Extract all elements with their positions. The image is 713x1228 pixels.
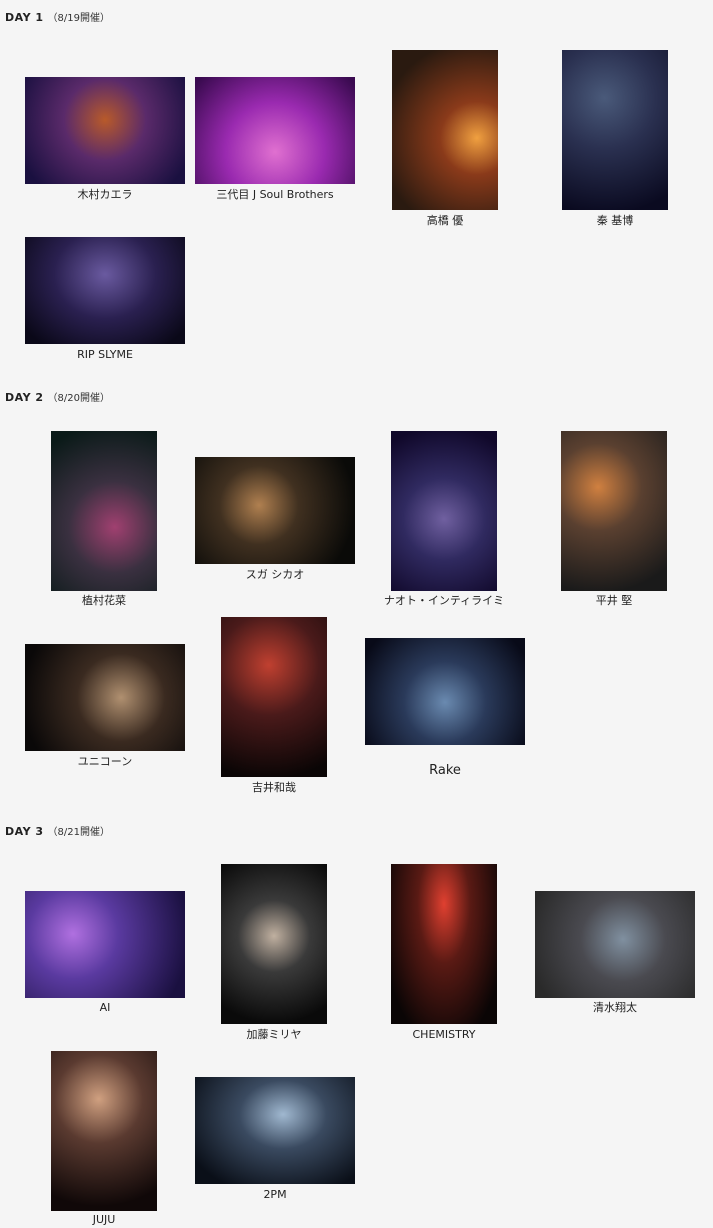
hata-motohiro-caption: 秦 基博 (596, 214, 634, 227)
suga-shikao-caption: スガ シカオ (245, 568, 305, 581)
unicorn-photo[interactable] (25, 644, 185, 751)
sandaime-photo[interactable] (195, 77, 355, 184)
day-1-heading: DAY 1 （8/19開催） (5, 11, 110, 26)
kato-miliyah-photo[interactable] (221, 864, 327, 1024)
day-label: DAY 1 (5, 11, 44, 24)
kimura-kaela-photo[interactable] (25, 77, 185, 184)
ai-caption: AI (99, 1001, 111, 1014)
hirai-ken-caption: 平井 堅 (595, 594, 633, 607)
kimura-kaela-caption: 木村カエラ (77, 188, 133, 201)
suga-shikao-photo[interactable] (195, 457, 355, 564)
chemistry-photo[interactable] (391, 864, 497, 1024)
rake-caption: Rake (429, 763, 461, 778)
yoshii-kazuya-caption: 吉井和哉 (252, 781, 296, 794)
juju-photo[interactable] (51, 1051, 157, 1211)
yoshii-kazuya-photo[interactable] (221, 617, 327, 777)
hata-motohiro-photo[interactable] (562, 50, 668, 210)
2pm-caption: 2PM (263, 1188, 287, 1201)
day-date: （8/20開催） (47, 393, 111, 404)
rake-photo[interactable] (365, 638, 525, 745)
kato-miliyah-caption: 加藤ミリヤ (246, 1028, 302, 1041)
day-label: DAY 3 (5, 825, 44, 838)
takahashi-yu-photo[interactable] (392, 50, 498, 210)
sandaime-caption: 三代目 J Soul Brothers (216, 188, 334, 201)
2pm-photo[interactable] (195, 1077, 355, 1184)
uemura-kana-caption: 植村花菜 (82, 594, 126, 607)
rip-slyme-caption: RIP SLYME (77, 348, 133, 361)
day-date: （8/19開催） (47, 13, 111, 24)
naoto-inti-photo[interactable] (391, 431, 497, 591)
unicorn-caption: ユニコーン (77, 755, 133, 768)
day-date: （8/21開催） (47, 827, 111, 838)
ai-photo[interactable] (25, 891, 185, 998)
uemura-kana-photo[interactable] (51, 431, 157, 591)
juju-caption: JUJU (92, 1213, 116, 1226)
rip-slyme-photo[interactable] (25, 237, 185, 344)
takahashi-yu-caption: 高橋 優 (426, 214, 464, 227)
hirai-ken-photo[interactable] (561, 431, 667, 591)
day-label: DAY 2 (5, 391, 44, 404)
shimizu-shota-photo[interactable] (535, 891, 695, 998)
shimizu-shota-caption: 清水翔太 (593, 1001, 637, 1014)
day-3-heading: DAY 3 （8/21開催） (5, 825, 110, 840)
naoto-inti-caption: ナオト・インティライミ (383, 594, 505, 607)
day-2-heading: DAY 2 （8/20開催） (5, 391, 110, 406)
chemistry-caption: CHEMISTRY (412, 1028, 476, 1041)
